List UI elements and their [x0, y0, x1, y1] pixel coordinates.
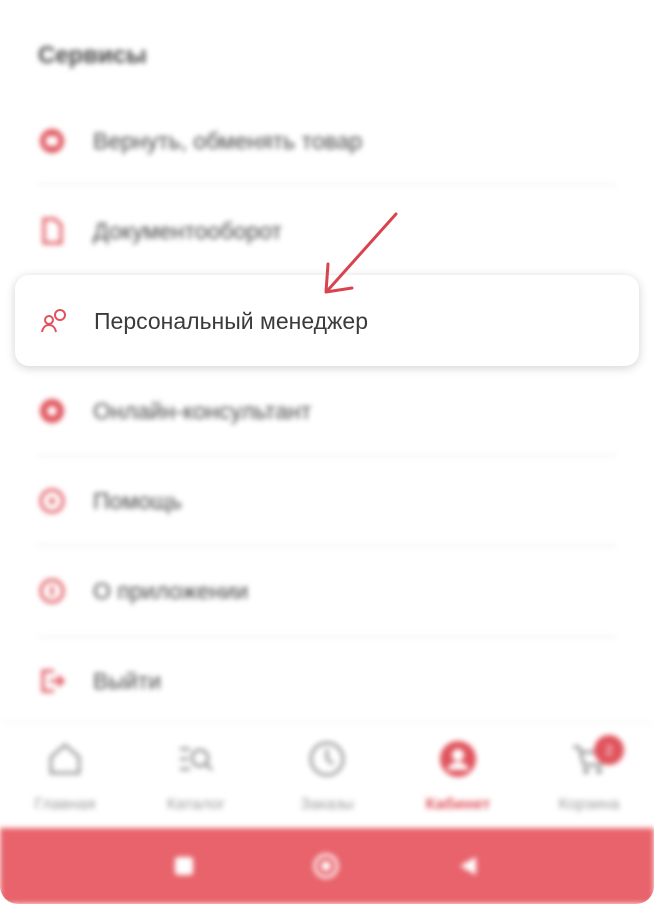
tab-label: Корзина — [558, 796, 620, 813]
tab-home[interactable]: Главная — [0, 723, 130, 829]
tab-label: Заказы — [300, 796, 354, 813]
services-screen: Сервисы Вернуть, обменять товар Документ… — [0, 0, 654, 904]
tab-profile[interactable]: Кабинет — [393, 723, 523, 829]
recent-apps-button[interactable] — [168, 850, 200, 882]
tab-label: Каталог — [166, 796, 226, 813]
clock-icon — [309, 741, 345, 777]
menu-item-label: Выйти — [93, 667, 162, 694]
back-button[interactable] — [452, 850, 484, 882]
back-triangle-icon — [460, 857, 476, 875]
help-icon — [38, 487, 66, 515]
tab-catalog[interactable]: Каталог — [131, 723, 261, 829]
home-circle-icon — [313, 853, 339, 879]
system-nav-bar — [0, 828, 654, 904]
tab-label: Кабинет — [425, 796, 491, 813]
home-system-button[interactable] — [310, 850, 342, 882]
menu-item-online-consultant[interactable]: Онлайн-консультант — [0, 366, 654, 456]
pointer-arrow-icon — [324, 212, 398, 294]
home-icon — [49, 743, 81, 775]
menu-item-label: Вернуть, обменять товар — [93, 127, 363, 154]
section-title: Сервисы — [38, 42, 147, 69]
return-box-icon — [38, 127, 66, 155]
manager-icon — [39, 306, 69, 336]
menu-item-label: Помощь — [93, 487, 182, 514]
cart-badge: 2 — [594, 735, 624, 765]
tab-orders[interactable]: Заказы — [262, 723, 392, 829]
info-icon — [38, 577, 66, 605]
menu-item-logout[interactable]: Выйти — [0, 636, 654, 726]
menu-item-help[interactable]: Помощь — [0, 456, 654, 546]
chat-icon — [38, 397, 66, 425]
divider — [38, 184, 616, 185]
tab-cart[interactable]: 2 Корзина — [524, 723, 654, 829]
logout-icon — [38, 667, 66, 695]
menu-item-label: Документооборот — [93, 217, 282, 244]
document-icon — [38, 217, 66, 245]
menu-item-about[interactable]: О приложении — [0, 546, 654, 636]
tab-label: Главная — [34, 796, 96, 813]
recent-apps-icon — [175, 857, 193, 875]
menu-item-label: О приложении — [93, 577, 249, 604]
menu-item-label: Онлайн-консультант — [93, 397, 312, 424]
catalog-search-icon — [180, 747, 214, 772]
menu-item-return[interactable]: Вернуть, обменять товар — [0, 96, 654, 186]
profile-icon — [440, 741, 476, 777]
menu-item-label: Персональный менеджер — [94, 308, 369, 334]
tab-bar: Главная Каталог Заказы Кабинет 2 Корзина — [0, 722, 654, 828]
